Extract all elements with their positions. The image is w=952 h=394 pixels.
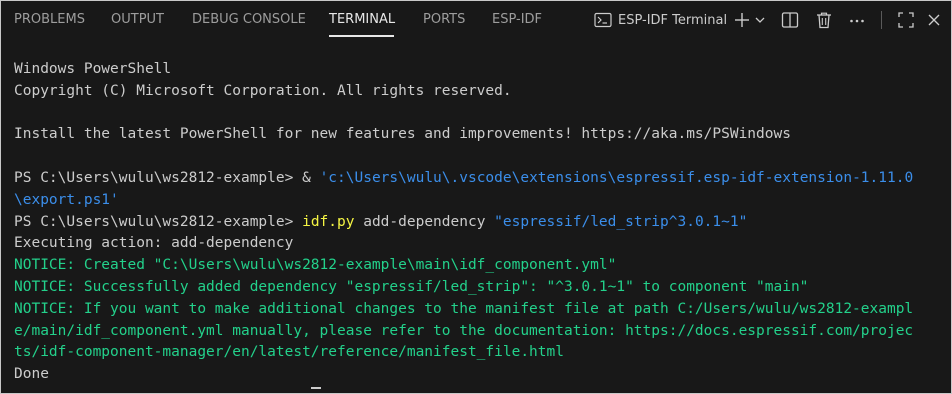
terminal-command-line: PS C:\Users\wulu\ws2812-example> idf.py … <box>14 212 943 234</box>
package-string: "espressif/led_strip^3.0.1~1" <box>494 213 748 230</box>
terminal-selector[interactable]: ESP-IDF Terminal <box>594 9 727 31</box>
plus-icon[interactable] <box>732 10 752 30</box>
tab-problems[interactable]: PROBLEMS <box>14 12 85 27</box>
notice-line: ts/idf-component-manager/en/latest/refer… <box>14 344 564 361</box>
panel-tab-bar: PROBLEMS OUTPUT DEBUG CONSOLE TERMINAL P… <box>1 1 951 39</box>
prompt: PS C:\Users\wulu\ws2812-example> <box>14 213 303 230</box>
notice-line: NOTICE: If you want to make additional c… <box>14 300 914 317</box>
terminal-line: Install the latest PowerShell for new fe… <box>14 126 791 143</box>
tab-terminal[interactable]: TERMINAL <box>329 12 395 27</box>
notice-line: e/main/idf_component.yml manually, pleas… <box>14 322 914 339</box>
terminal-name: ESP-IDF Terminal <box>618 12 728 28</box>
tab-debug-console[interactable]: DEBUG CONSOLE <box>192 12 306 27</box>
notice-line: NOTICE: Created "C:\Users\wulu\ws2812-ex… <box>14 257 617 274</box>
call-operator: & <box>302 169 320 186</box>
export-path-string: 'c:\Users\wulu\.vscode\extensions\espres… <box>319 169 914 186</box>
prompt: PS C:\Users\wulu\ws2812-example> <box>14 169 303 186</box>
tab-esp-idf[interactable]: ESP-IDF <box>492 12 542 27</box>
split-icon[interactable] <box>780 10 800 30</box>
maximize-icon[interactable] <box>896 10 916 30</box>
terminal-line: Copyright (C) Microsoft Corporation. All… <box>14 82 512 99</box>
chevron-down-icon[interactable] <box>753 10 767 30</box>
terminal-output[interactable]: Windows PowerShell Copyright (C) Microso… <box>14 59 943 386</box>
export-path-string-cont: \export.ps1' <box>14 191 119 208</box>
command-name: idf.py <box>302 213 355 230</box>
terminal-line: Windows PowerShell <box>14 61 172 77</box>
terminal-cursor <box>311 387 321 389</box>
toolbar-divider <box>881 11 882 29</box>
more-icon[interactable] <box>847 10 867 30</box>
notice-line: NOTICE: Successfully added dependency "e… <box>14 278 809 295</box>
tab-output[interactable]: OUTPUT <box>111 12 164 27</box>
terminal-line: Executing action: add-dependency <box>14 235 294 252</box>
command-args: add-dependency <box>354 213 495 230</box>
close-icon[interactable] <box>924 10 944 30</box>
terminal-icon <box>594 12 612 28</box>
trash-icon[interactable] <box>814 10 834 30</box>
terminal-command-line: PS C:\Users\wulu\ws2812-example> & 'c:\U… <box>14 168 943 190</box>
terminal-line: Done <box>14 366 49 383</box>
tab-ports[interactable]: PORTS <box>423 12 465 27</box>
terminal-panel: PROBLEMS OUTPUT DEBUG CONSOLE TERMINAL P… <box>0 0 952 394</box>
active-tab-indicator <box>329 35 394 37</box>
